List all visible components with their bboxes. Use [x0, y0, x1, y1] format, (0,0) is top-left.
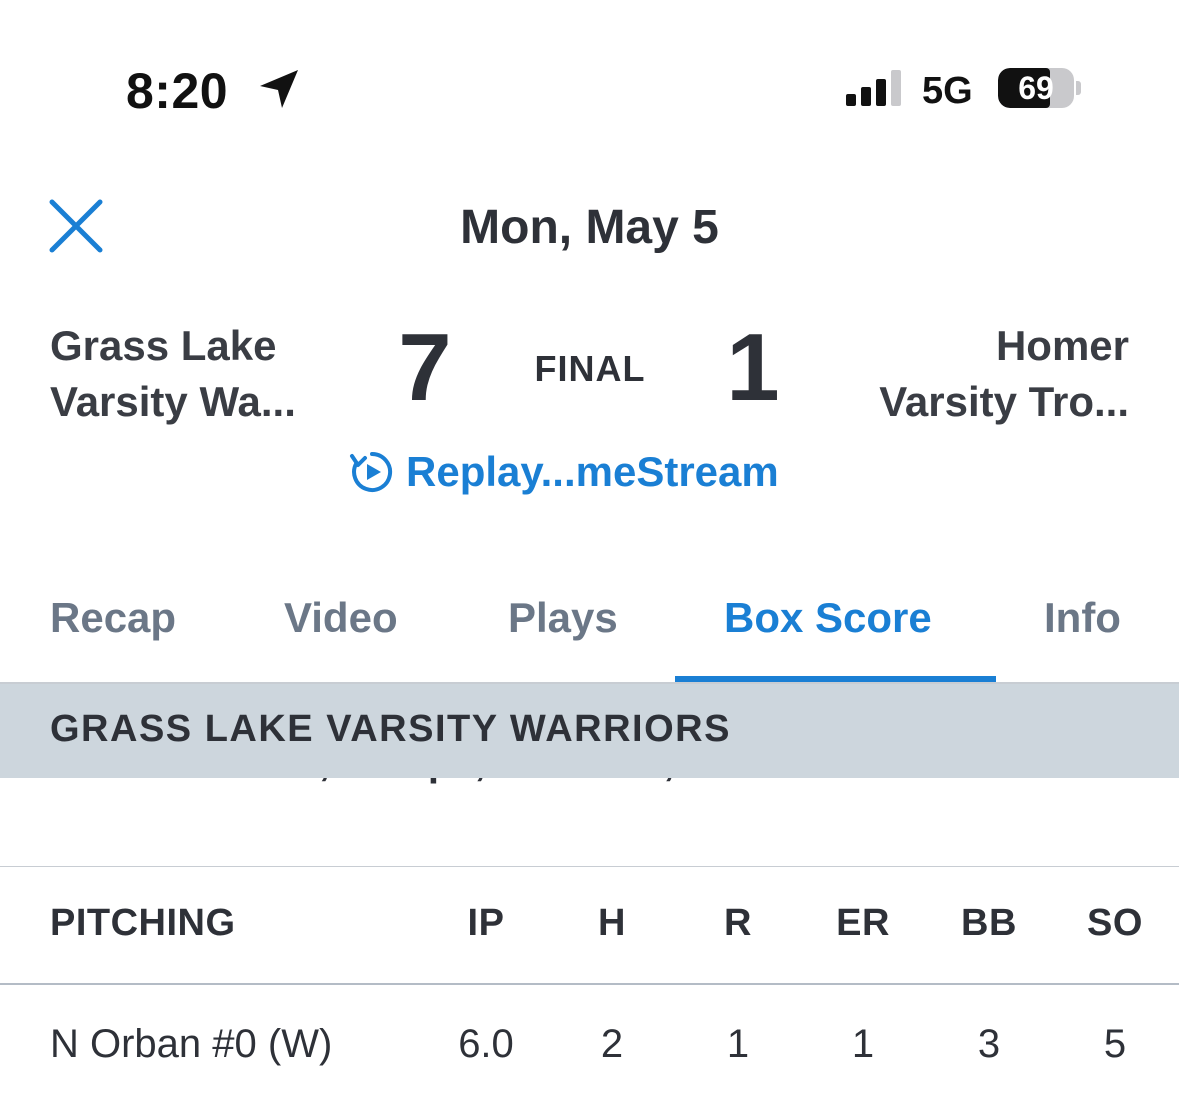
replay-icon: [350, 451, 393, 492]
tab-plays[interactable]: Plays: [508, 594, 618, 642]
pitcher-name[interactable]: N Orban #0 (W): [50, 1022, 332, 1067]
status-time: 8:20: [126, 63, 229, 119]
divider: [0, 983, 1179, 985]
stat-er: 1: [851, 1022, 875, 1066]
tab-box-score[interactable]: Box Score: [724, 594, 932, 642]
team-section-header: GRASS LAKE VARSITY WARRIORS: [0, 684, 1179, 778]
location-arrow-icon: [260, 70, 298, 108]
home-team-name[interactable]: Grass Lake Varsity Wa...: [50, 318, 350, 430]
away-score: 1: [726, 314, 780, 421]
replay-stream-link[interactable]: Replay...meStream: [348, 444, 779, 500]
tab-video[interactable]: Video: [284, 594, 398, 642]
stat-bb: 3: [977, 1022, 1001, 1066]
battery-indicator: 69: [998, 68, 1082, 108]
pitching-header-row: PITCHING IP H R ER BB SO: [0, 902, 1179, 950]
header-so: SO: [1087, 902, 1143, 944]
battery-percent: 69: [1018, 70, 1054, 106]
cellular-signal-icon: [846, 70, 901, 106]
home-team-line2: Varsity Wa...: [50, 378, 296, 425]
stat-so: 5: [1103, 1022, 1127, 1066]
home-score: 7: [398, 314, 452, 421]
header-ip: IP: [467, 902, 505, 944]
pitching-header: PITCHING: [50, 902, 236, 944]
header-bb: BB: [961, 902, 1017, 944]
game-date-title: Mon, May 5: [460, 201, 719, 254]
tab-recap[interactable]: Recap: [50, 594, 176, 642]
network-label: 5G: [922, 70, 973, 112]
stat-r: 1: [726, 1022, 750, 1066]
battery-nub: [1076, 81, 1081, 95]
header-h: H: [598, 902, 626, 944]
home-team-line1: Grass Lake: [50, 322, 277, 369]
header-er: ER: [836, 902, 890, 944]
away-team-line2: Varsity Tro...: [879, 378, 1129, 425]
away-team-line1: Homer: [995, 322, 1129, 369]
team-section-title: GRASS LAKE VARSITY WARRIORS: [50, 708, 731, 750]
header-r: R: [724, 902, 752, 944]
stat-h: 2: [600, 1022, 624, 1066]
game-detail-screen: 8:20 5G 69 Mon, May 5 Grass Lake Varsity…: [0, 0, 1179, 1099]
active-tab-indicator: [675, 676, 996, 682]
table-row[interactable]: N Orban #0 (W) 6.0 2 1 1 3 5: [0, 1022, 1179, 1074]
game-status: FINAL: [534, 348, 646, 389]
stat-ip: 6.0: [458, 1022, 514, 1066]
away-team-name[interactable]: Homer Varsity Tro...: [809, 318, 1129, 430]
replay-label: Replay...meStream: [406, 448, 779, 495]
tab-info[interactable]: Info: [1044, 594, 1121, 642]
tab-bar: Recap Video Plays Box Score Info: [0, 580, 1179, 684]
divider: [0, 866, 1179, 867]
